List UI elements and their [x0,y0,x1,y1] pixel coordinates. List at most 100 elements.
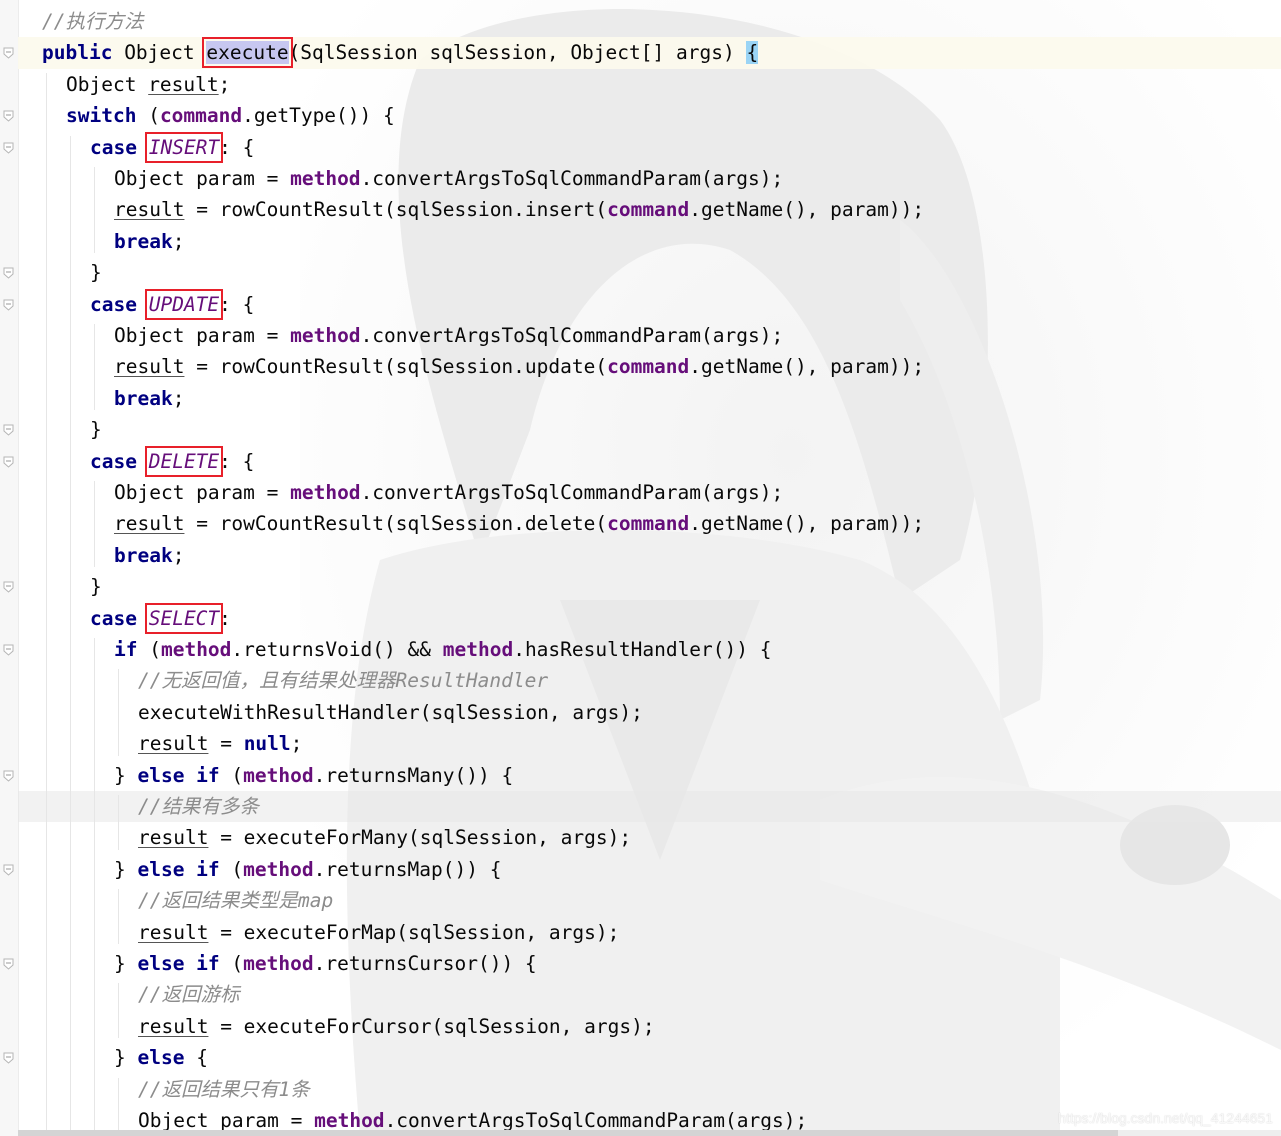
code-token: method [290,167,361,190]
code-line[interactable]: //无返回值，且有结果处理器ResultHandler [18,665,1281,696]
horizontal-scrollbar[interactable] [18,1130,1281,1136]
code-token: { [184,1046,208,1070]
code-line[interactable]: } else if (method.returnsCursor()) { [18,948,1281,979]
watermark: https://blog.csdn.net/qq_41244651 [1058,1110,1273,1126]
code-line[interactable]: } [18,414,1281,445]
indent-guide [94,638,95,1133]
code-line[interactable]: result = executeForMany(sqlSession, args… [18,822,1281,853]
code-text: //无返回值，且有结果处理器ResultHandler [138,665,548,696]
code-line[interactable]: Object param = method.convertArgsToSqlCo… [18,320,1281,351]
code-comment: //执行方法 [42,10,144,33]
code-text: Object param = method.convertArgsToSqlCo… [114,477,783,508]
code-line[interactable]: Object param = method.convertArgsToSqlCo… [18,477,1281,508]
code-text: if (method.returnsVoid() && method.hasRe… [114,634,771,665]
code-token: (SqlSession sqlSession, Object[] args) [288,41,747,65]
code-line[interactable]: //返回游标 [18,979,1281,1010]
code-text: //结果有多条 [138,791,259,822]
fold-marker-icon[interactable] [3,958,14,970]
code-line[interactable]: break; [18,226,1281,257]
code-token: Object [112,41,207,65]
code-line[interactable]: executeWithResultHandler(sqlSession, arg… [18,697,1281,728]
code-token: ( [219,763,244,787]
code-token: result [114,512,185,536]
fold-marker-icon[interactable] [3,110,14,122]
fold-marker-icon[interactable] [3,424,14,436]
code-text: //返回游标 [138,979,239,1010]
code-text: //返回结果类型是map [138,885,333,916]
indent-guide [118,889,119,944]
code-token: method [160,638,232,661]
code-line[interactable]: case UPDATE: { [18,288,1281,320]
code-token: result [114,355,185,379]
code-line[interactable]: Object param = method.convertArgsToSqlCo… [18,163,1281,194]
fold-marker-icon[interactable] [3,581,14,593]
code-line[interactable]: //返回结果只有1条 [18,1074,1281,1105]
fold-marker-icon[interactable] [3,1052,14,1064]
code-line[interactable]: } else if (method.returnsMany()) { [18,760,1281,791]
fold-marker-icon[interactable] [3,456,14,468]
code-text: } else if (method.returnsMap()) { [114,854,501,885]
code-keyword: else if [137,763,220,787]
code-editor[interactable]: //执行方法 public Object execute(SqlSession s… [0,0,1281,1136]
code-line[interactable]: break; [18,540,1281,571]
code-text: } [90,257,102,288]
fold-marker-icon[interactable] [3,644,14,656]
case-constant-highlight: SELECT [144,602,224,634]
case-constant-highlight: INSERT [144,131,224,163]
code-keyword: break [114,386,173,410]
fold-marker-icon[interactable] [3,47,14,60]
code-text: break; [114,383,184,414]
code-line[interactable]: result = null; [18,728,1281,759]
code-line[interactable]: case DELETE: { [18,445,1281,477]
fold-marker-icon[interactable] [3,864,14,876]
code-text: result = executeForMany(sqlSession, args… [138,822,631,853]
code-token: executeWithResultHandler(sqlSession, arg… [138,700,643,724]
code-line[interactable]: if (method.returnsVoid() && method.hasRe… [18,634,1281,665]
code-line[interactable]: case INSERT: { [18,131,1281,163]
code-token: .returnsMany()) { [313,763,514,787]
code-line[interactable]: result = rowCountResult(sqlSession.updat… [18,351,1281,382]
code-line[interactable]: result = executeForCursor(sqlSession, ar… [18,1011,1281,1042]
code-line[interactable]: Object result; [18,69,1281,100]
code-line[interactable]: result = rowCountResult(sqlSession.delet… [18,508,1281,539]
code-line[interactable]: public Object execute(SqlSession sqlSess… [18,37,1281,69]
code-line[interactable]: //结果有多条 [18,791,1281,823]
scrollbar-thumb[interactable] [18,1130,1118,1136]
code-line[interactable]: } [18,571,1281,602]
indent-guide [118,669,119,756]
code-line[interactable]: //执行方法 [18,6,1281,37]
code-line[interactable]: break; [18,383,1281,414]
code-text: Object result; [66,69,230,100]
code-token: ( [219,952,244,975]
fold-marker-icon[interactable] [3,299,14,311]
indent-guide [118,983,119,1039]
indent-guide [94,324,95,411]
fold-marker-icon[interactable] [3,770,14,782]
code-token: .getName(), param)); [689,512,925,536]
code-text: result = rowCountResult(sqlSession.inser… [114,194,924,225]
code-keyword: case [90,292,137,316]
code-token: command [607,198,690,222]
code-line[interactable]: //返回结果类型是map [18,885,1281,916]
fold-marker-icon[interactable] [3,267,14,279]
code-token: command [607,355,690,379]
code-line[interactable]: result = rowCountResult(sqlSession.inser… [18,194,1281,225]
code-token: .getName(), param)); [689,355,925,379]
code-line[interactable]: result = executeForMap(sqlSession, args)… [18,917,1281,948]
code-token: .getName(), param)); [689,198,925,222]
code-keyword: case [90,135,137,159]
indent-guide [70,135,71,1133]
code-comment: //结果有多条 [138,795,259,818]
code-token: method [442,638,514,661]
code-line[interactable]: switch (command.getType()) { [18,100,1281,131]
code-token: result [114,198,185,222]
code-text: } else if (method.returnsMany()) { [114,760,513,791]
code-token: method [290,324,361,347]
code-token: command [607,512,690,536]
fold-marker-icon[interactable] [3,142,14,154]
code-text: } [90,571,102,602]
code-line[interactable]: case SELECT: [18,602,1281,634]
code-line[interactable]: } [18,257,1281,288]
code-line[interactable]: } else { [18,1042,1281,1073]
code-line[interactable]: } else if (method.returnsMap()) { [18,854,1281,885]
